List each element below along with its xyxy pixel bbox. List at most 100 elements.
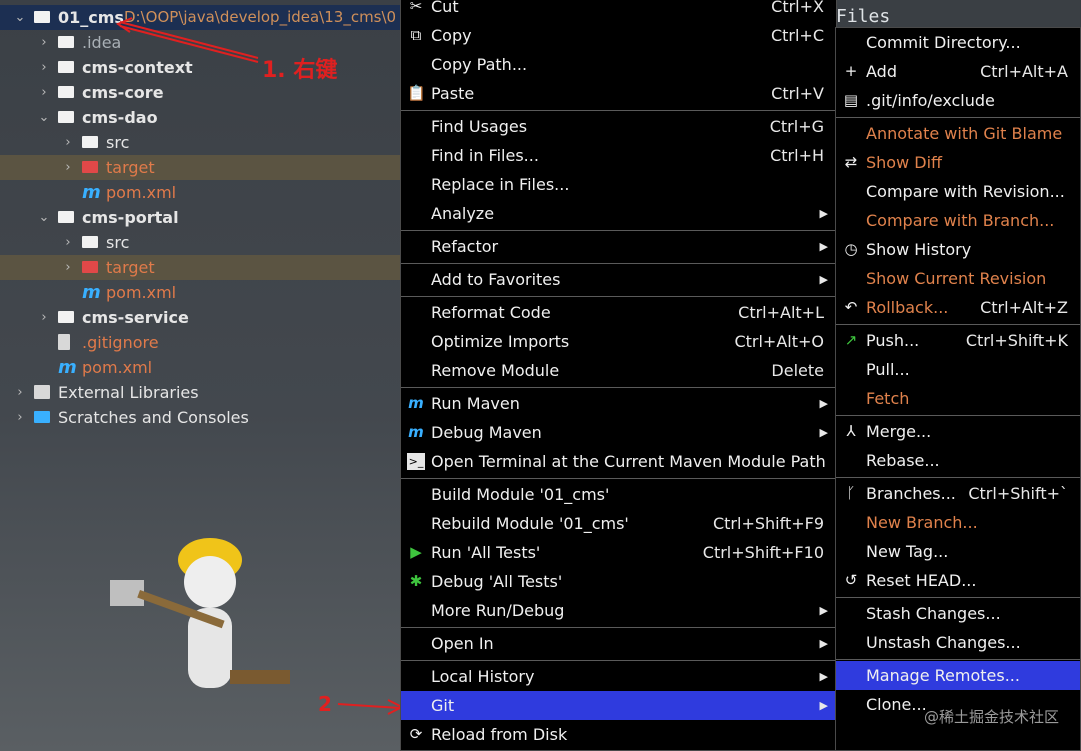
chevron-right-icon[interactable]: › bbox=[62, 155, 74, 180]
folder-icon bbox=[34, 11, 50, 23]
menu-item-shortcut: Ctrl+Shift+K bbox=[965, 331, 1068, 350]
menu-item-git[interactable]: Git ▶ bbox=[401, 691, 836, 720]
menu-item-debug-all-tests[interactable]: ✱ Debug 'All Tests' bbox=[401, 567, 836, 596]
chevron-right-icon[interactable]: › bbox=[38, 80, 50, 105]
chevron-right-icon[interactable]: › bbox=[62, 130, 74, 155]
tree-item-9[interactable]: › src bbox=[0, 230, 400, 255]
menu-item-label: Push... bbox=[866, 331, 920, 350]
chevron-down-icon[interactable]: ⌄ bbox=[14, 5, 26, 30]
menu-item-commit-directory[interactable]: Commit Directory... bbox=[836, 28, 1080, 57]
menu-item-show-diff[interactable]: ⇄ Show Diff bbox=[836, 148, 1080, 177]
menu-item-run-all-tests[interactable]: ▶ Run 'All Tests' Ctrl+Shift+F10 bbox=[401, 538, 836, 567]
menu-item-label: Show History bbox=[866, 240, 972, 259]
menu-item-run-maven[interactable]: m Run Maven ▶ bbox=[401, 389, 836, 418]
menu-separator bbox=[836, 477, 1080, 478]
tree-item-1[interactable]: › .idea bbox=[0, 30, 400, 55]
menu-item-add-to-favorites[interactable]: Add to Favorites ▶ bbox=[401, 265, 836, 294]
menu-item-git-info-exclude[interactable]: ▤ .git/info/exclude bbox=[836, 86, 1080, 115]
menu-item-label: Debug Maven bbox=[431, 423, 542, 442]
menu-item-build-module-01-cms[interactable]: Build Module '01_cms' bbox=[401, 480, 836, 509]
tree-item-label: cms-portal bbox=[82, 208, 179, 227]
menu-item-cut[interactable]: ✂ Cut Ctrl+X bbox=[401, 0, 836, 21]
chevron-down-icon[interactable]: ⌄ bbox=[38, 205, 50, 230]
menu-item-local-history[interactable]: Local History ▶ bbox=[401, 662, 836, 691]
tree-item-2[interactable]: › cms-context bbox=[0, 55, 400, 80]
menu-item-remove-module[interactable]: Remove Module Delete bbox=[401, 356, 836, 385]
chevron-right-icon[interactable]: › bbox=[14, 380, 26, 405]
menu-item-find-usages[interactable]: Find Usages Ctrl+G bbox=[401, 112, 836, 141]
tree-item-11[interactable]: m pom.xml bbox=[0, 280, 400, 305]
menu-item-branches[interactable]: ᚴ Branches... Ctrl+Shift+` bbox=[836, 479, 1080, 508]
menu-item-copy-path[interactable]: Copy Path... bbox=[401, 50, 836, 79]
menu-item-analyze[interactable]: Analyze ▶ bbox=[401, 199, 836, 228]
menu-item-new-tag[interactable]: New Tag... bbox=[836, 537, 1080, 566]
submenu-arrow-icon: ▶ bbox=[819, 207, 828, 220]
menu-item-paste[interactable]: 📋 Paste Ctrl+V bbox=[401, 79, 836, 108]
menu-separator bbox=[836, 597, 1080, 598]
tree-item-14[interactable]: m pom.xml bbox=[0, 355, 400, 380]
submenu-arrow-icon: ▶ bbox=[819, 670, 828, 683]
file-icon bbox=[58, 334, 70, 350]
menu-item-more-run-debug[interactable]: More Run/Debug ▶ bbox=[401, 596, 836, 625]
menu-item-show-current-revision[interactable]: Show Current Revision bbox=[836, 264, 1080, 293]
menu-item-label: Reset HEAD... bbox=[866, 571, 977, 590]
menu-item-pull[interactable]: Pull... bbox=[836, 355, 1080, 384]
chevron-right-icon[interactable]: › bbox=[62, 230, 74, 255]
menu-item-open-in[interactable]: Open In ▶ bbox=[401, 629, 836, 658]
menu-item-compare-with-revision[interactable]: Compare with Revision... bbox=[836, 177, 1080, 206]
menu-separator bbox=[401, 478, 836, 479]
submenu-arrow-icon: ▶ bbox=[819, 273, 828, 286]
menu-item-rebase[interactable]: Rebase... bbox=[836, 446, 1080, 475]
folder-icon bbox=[58, 36, 74, 48]
chevron-right-icon[interactable]: › bbox=[38, 30, 50, 55]
tree-item-6[interactable]: › target bbox=[0, 155, 400, 180]
menu-item-copy[interactable]: ⧉ Copy Ctrl+C bbox=[401, 21, 836, 50]
tree-item-5[interactable]: › src bbox=[0, 130, 400, 155]
tree-item-10[interactable]: › target bbox=[0, 255, 400, 280]
menu-item-add[interactable]: + Add Ctrl+Alt+A bbox=[836, 57, 1080, 86]
menu-item-refactor[interactable]: Refactor ▶ bbox=[401, 232, 836, 261]
menu-item-unstash-changes[interactable]: Unstash Changes... bbox=[836, 628, 1080, 657]
chevron-right-icon[interactable]: › bbox=[38, 305, 50, 330]
menu-item-stash-changes[interactable]: Stash Changes... bbox=[836, 599, 1080, 628]
tree-item-13[interactable]: .gitignore bbox=[0, 330, 400, 355]
menu-item-find-in-files[interactable]: Find in Files... Ctrl+H bbox=[401, 141, 836, 170]
tree-item-4[interactable]: ⌄ cms-dao bbox=[0, 105, 400, 130]
tree-item-16[interactable]: › Scratches and Consoles bbox=[0, 405, 400, 430]
tree-item-15[interactable]: › External Libraries bbox=[0, 380, 400, 405]
submenu-arrow-icon: ▶ bbox=[819, 604, 828, 617]
project-tree: ⌄ 01_cms D:\OOP\java\develop_idea\13_cms\0… bbox=[0, 5, 400, 430]
menu-item-icon: ⇄ bbox=[844, 153, 858, 171]
chevron-right-icon[interactable]: › bbox=[14, 405, 26, 430]
menu-item-manage-remotes[interactable]: Manage Remotes... bbox=[836, 661, 1080, 690]
menu-item-open-terminal-at-the-current-maven-module-path[interactable]: >_ Open Terminal at the Current Maven Mod… bbox=[401, 447, 836, 476]
menu-item-replace-in-files[interactable]: Replace in Files... bbox=[401, 170, 836, 199]
chevron-right-icon[interactable]: › bbox=[62, 255, 74, 280]
tree-item-0[interactable]: ⌄ 01_cms D:\OOP\java\develop_idea\13_cms\0 bbox=[0, 5, 400, 30]
chevron-down-icon[interactable]: ⌄ bbox=[38, 105, 50, 130]
menu-separator bbox=[401, 387, 836, 388]
menu-item-compare-with-branch[interactable]: Compare with Branch... bbox=[836, 206, 1080, 235]
menu-item-show-history[interactable]: ◷ Show History bbox=[836, 235, 1080, 264]
menu-item-annotate-with-git-blame[interactable]: Annotate with Git Blame bbox=[836, 119, 1080, 148]
tree-item-7[interactable]: m pom.xml bbox=[0, 180, 400, 205]
menu-item-push[interactable]: ↗ Push... Ctrl+Shift+K bbox=[836, 326, 1080, 355]
menu-separator bbox=[401, 660, 836, 661]
menu-item-reload-from-disk[interactable]: ⟳ Reload from Disk bbox=[401, 720, 836, 749]
menu-item-icon: ᚴ bbox=[846, 484, 856, 502]
menu-item-reformat-code[interactable]: Reformat Code Ctrl+Alt+L bbox=[401, 298, 836, 327]
menu-item-debug-maven[interactable]: m Debug Maven ▶ bbox=[401, 418, 836, 447]
menu-item-label: Commit Directory... bbox=[866, 33, 1021, 52]
tree-item-3[interactable]: › cms-core bbox=[0, 80, 400, 105]
tree-item-8[interactable]: ⌄ cms-portal bbox=[0, 205, 400, 230]
tree-item-12[interactable]: › cms-service bbox=[0, 305, 400, 330]
menu-item-optimize-imports[interactable]: Optimize Imports Ctrl+Alt+O bbox=[401, 327, 836, 356]
menu-item-fetch[interactable]: Fetch bbox=[836, 384, 1080, 413]
menu-item-merge[interactable]: ⅄ Merge... bbox=[836, 417, 1080, 446]
folder-icon bbox=[58, 111, 74, 123]
menu-item-rollback[interactable]: ↶ Rollback... Ctrl+Alt+Z bbox=[836, 293, 1080, 322]
menu-item-reset-head[interactable]: ↺ Reset HEAD... bbox=[836, 566, 1080, 595]
menu-item-rebuild-module-01-cms[interactable]: Rebuild Module '01_cms' Ctrl+Shift+F9 bbox=[401, 509, 836, 538]
menu-item-new-branch[interactable]: New Branch... bbox=[836, 508, 1080, 537]
chevron-right-icon[interactable]: › bbox=[38, 55, 50, 80]
